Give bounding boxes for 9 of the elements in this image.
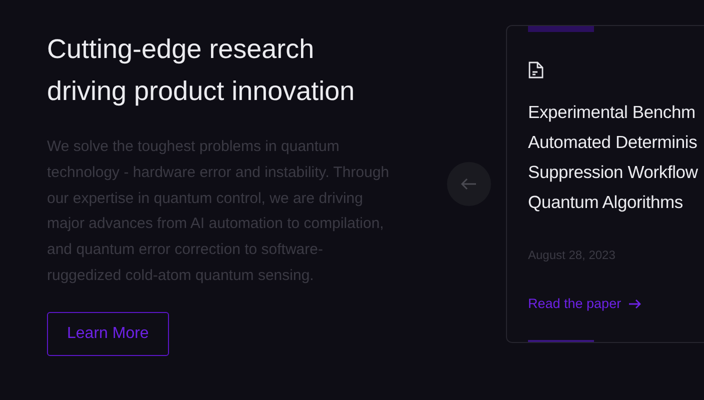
document-icon xyxy=(528,61,544,79)
accent-bar xyxy=(528,340,594,342)
arrow-left-icon xyxy=(461,178,477,190)
learn-more-button[interactable]: Learn More xyxy=(47,312,169,356)
arrow-right-icon xyxy=(629,299,642,310)
read-paper-link[interactable]: Read the paper xyxy=(528,294,642,314)
hero-heading: Cutting-edge research driving product innovation xyxy=(47,33,356,108)
accent-bar xyxy=(528,26,594,32)
paper-title: Experimental Benchm Automated Determinis Suppression Workflow Quantum Algorithms xyxy=(528,101,699,214)
